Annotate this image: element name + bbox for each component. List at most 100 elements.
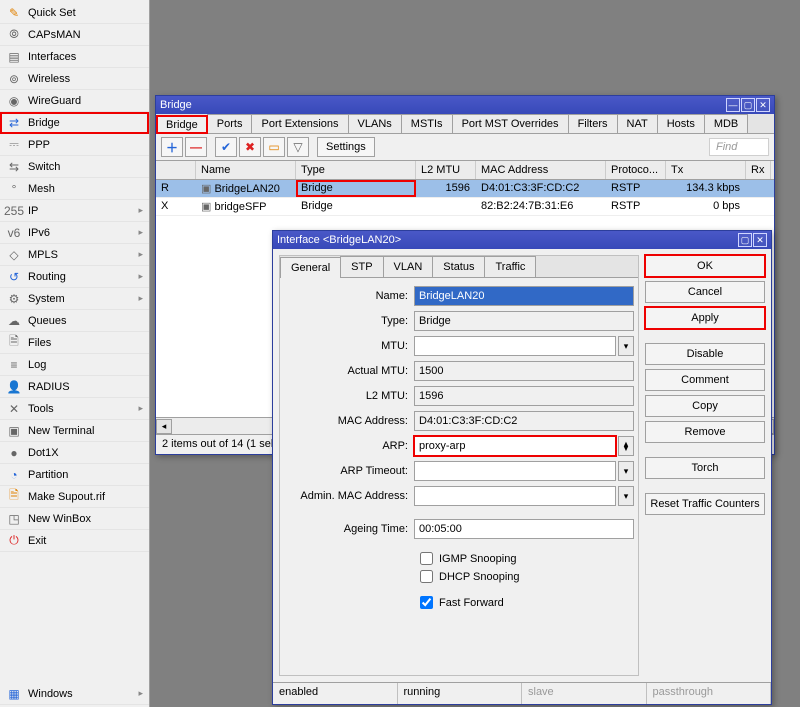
close-button[interactable]: ✕ xyxy=(753,233,767,247)
sidebar-item-switch[interactable]: ⇆Switch xyxy=(0,156,149,178)
tab-mstis[interactable]: MSTIs xyxy=(401,114,453,133)
disable-button[interactable]: Disable xyxy=(645,343,765,365)
torch-button[interactable]: Torch xyxy=(645,457,765,479)
sidebar-item-queues[interactable]: ☁Queues xyxy=(0,310,149,332)
sidebar-label: Exit xyxy=(28,535,46,547)
ageing-input[interactable]: 00:05:00 xyxy=(414,519,634,539)
status-running: running xyxy=(398,683,523,704)
sidebar-label: Mesh xyxy=(28,183,55,195)
col-name[interactable]: Name xyxy=(196,161,296,179)
tab-filters[interactable]: Filters xyxy=(568,114,618,133)
remove-button[interactable]: — xyxy=(185,137,207,157)
igmp-checkbox[interactable]: IGMP Snooping xyxy=(420,552,634,565)
tab-vlans[interactable]: VLANs xyxy=(348,114,402,133)
comment-button[interactable]: Comment xyxy=(645,369,765,391)
apply-button[interactable]: Apply xyxy=(645,307,765,329)
col-l2-mtu[interactable]: L2 MTU xyxy=(416,161,476,179)
sidebar-item-wireless[interactable]: ⊚Wireless xyxy=(0,68,149,90)
sidebar-label: IP xyxy=(28,205,38,217)
col-tx[interactable]: Tx xyxy=(666,161,746,179)
table-row[interactable]: R▣ BridgeLAN20Bridge1596D4:01:C3:3F:CD:C… xyxy=(156,180,774,198)
sidebar-item-exit[interactable]: ⏻Exit xyxy=(0,530,149,552)
col-protoco-[interactable]: Protoco... xyxy=(606,161,666,179)
tab-bridge[interactable]: Bridge xyxy=(156,115,208,134)
mtu-dropdown[interactable]: ▾ xyxy=(618,336,634,356)
comment-button[interactable]: ▭ xyxy=(263,137,285,157)
sidebar-label: Make Supout.rif xyxy=(28,491,105,503)
fastforward-checkbox[interactable]: Fast Forward xyxy=(420,596,634,609)
sidebar-icon: 🗎 xyxy=(6,335,22,351)
col-type[interactable]: Type xyxy=(296,161,416,179)
dhcp-checkbox[interactable]: DHCP Snooping xyxy=(420,570,634,583)
sidebar-item-interfaces[interactable]: ▤Interfaces xyxy=(0,46,149,68)
name-input[interactable]: BridgeLAN20 xyxy=(414,286,634,306)
maximize-button[interactable]: ▢ xyxy=(738,233,752,247)
cancel-button[interactable]: Cancel xyxy=(645,281,765,303)
sidebar-item-mesh[interactable]: °Mesh xyxy=(0,178,149,200)
sidebar-item-ppp[interactable]: ⎓PPP xyxy=(0,134,149,156)
arp-dropdown[interactable]: ⧫ xyxy=(618,436,634,456)
col-flag[interactable] xyxy=(156,161,196,179)
sidebar-item-windows[interactable]: ▦Windows▸ xyxy=(0,683,149,705)
sidebar-item-new-terminal[interactable]: ▣New Terminal xyxy=(0,420,149,442)
sidebar-item-wireguard[interactable]: ◉WireGuard xyxy=(0,90,149,112)
sidebar-item-capsman[interactable]: ⦾CAPsMAN xyxy=(0,24,149,46)
close-button[interactable]: ✕ xyxy=(756,98,770,112)
sidebar-item-system[interactable]: ⚙System▸ xyxy=(0,288,149,310)
sidebar-item-routing[interactable]: ↺Routing▸ xyxy=(0,266,149,288)
arp-timeout-dropdown[interactable]: ▾ xyxy=(618,461,634,481)
sidebar-item-ipv6[interactable]: v6IPv6▸ xyxy=(0,222,149,244)
arp-input[interactable]: proxy-arp xyxy=(414,436,616,456)
iface-titlebar[interactable]: Interface <BridgeLAN20> ▢ ✕ xyxy=(273,231,771,249)
disable-button[interactable]: ✖ xyxy=(239,137,261,157)
reset-counters-button[interactable]: Reset Traffic Counters xyxy=(645,493,765,515)
arp-timeout-input[interactable] xyxy=(414,461,616,481)
sidebar-icon: ◉ xyxy=(6,93,22,109)
sidebar-item-tools[interactable]: ✕Tools▸ xyxy=(0,398,149,420)
tab-general[interactable]: General xyxy=(280,257,341,278)
tab-mdb[interactable]: MDB xyxy=(704,114,748,133)
sidebar-label: Switch xyxy=(28,161,60,173)
col-mac-address[interactable]: MAC Address xyxy=(476,161,606,179)
sidebar-item-files[interactable]: 🗎Files xyxy=(0,332,149,354)
sidebar-label: New WinBox xyxy=(28,513,91,525)
sidebar-item-log[interactable]: ≡Log xyxy=(0,354,149,376)
admin-mac-input[interactable] xyxy=(414,486,616,506)
admin-mac-dropdown[interactable]: ▾ xyxy=(618,486,634,506)
mtu-input[interactable] xyxy=(414,336,616,356)
tab-ports[interactable]: Ports xyxy=(207,114,253,133)
copy-button[interactable]: Copy xyxy=(645,395,765,417)
bridge-titlebar[interactable]: Bridge — ▢ ✕ xyxy=(156,96,774,114)
minimize-button[interactable]: — xyxy=(726,98,740,112)
find-input[interactable]: Find xyxy=(709,138,769,156)
sidebar-item-radius[interactable]: 👤RADIUS xyxy=(0,376,149,398)
filter-button[interactable]: ▽ xyxy=(287,137,309,157)
scroll-left-button[interactable]: ◂ xyxy=(156,419,172,434)
col-rx[interactable]: Rx xyxy=(746,161,771,179)
sidebar-item-partition[interactable]: ◔Partition xyxy=(0,464,149,486)
sidebar-item-ip[interactable]: 255IP▸ xyxy=(0,200,149,222)
tab-status[interactable]: Status xyxy=(432,256,485,277)
enable-button[interactable]: ✔ xyxy=(215,137,237,157)
sidebar-label: New Terminal xyxy=(28,425,94,437)
table-row[interactable]: X▣ bridgeSFPBridge82:B2:24:7B:31:E6RSTP0… xyxy=(156,198,774,216)
tab-port-extensions[interactable]: Port Extensions xyxy=(251,114,348,133)
tab-traffic[interactable]: Traffic xyxy=(484,256,536,277)
sidebar-item-mpls[interactable]: ◇MPLS▸ xyxy=(0,244,149,266)
tab-stp[interactable]: STP xyxy=(340,256,383,277)
tab-nat[interactable]: NAT xyxy=(617,114,658,133)
settings-button[interactable]: Settings xyxy=(317,137,375,157)
tab-vlan[interactable]: VLAN xyxy=(383,256,434,277)
add-button[interactable]: ＋ xyxy=(161,137,183,157)
tab-hosts[interactable]: Hosts xyxy=(657,114,705,133)
maximize-button[interactable]: ▢ xyxy=(741,98,755,112)
remove-button[interactable]: Remove xyxy=(645,421,765,443)
sidebar-icon: ≡ xyxy=(6,357,22,373)
sidebar-item-make-supout-rif[interactable]: 🗎Make Supout.rif xyxy=(0,486,149,508)
sidebar-item-dot1x[interactable]: ●Dot1X xyxy=(0,442,149,464)
sidebar-item-quick-set[interactable]: ✎Quick Set xyxy=(0,2,149,24)
sidebar-item-new-winbox[interactable]: ◳New WinBox xyxy=(0,508,149,530)
ok-button[interactable]: OK xyxy=(645,255,765,277)
sidebar-item-bridge[interactable]: ⇄Bridge xyxy=(0,112,149,134)
tab-port-mst-overrides[interactable]: Port MST Overrides xyxy=(452,114,569,133)
